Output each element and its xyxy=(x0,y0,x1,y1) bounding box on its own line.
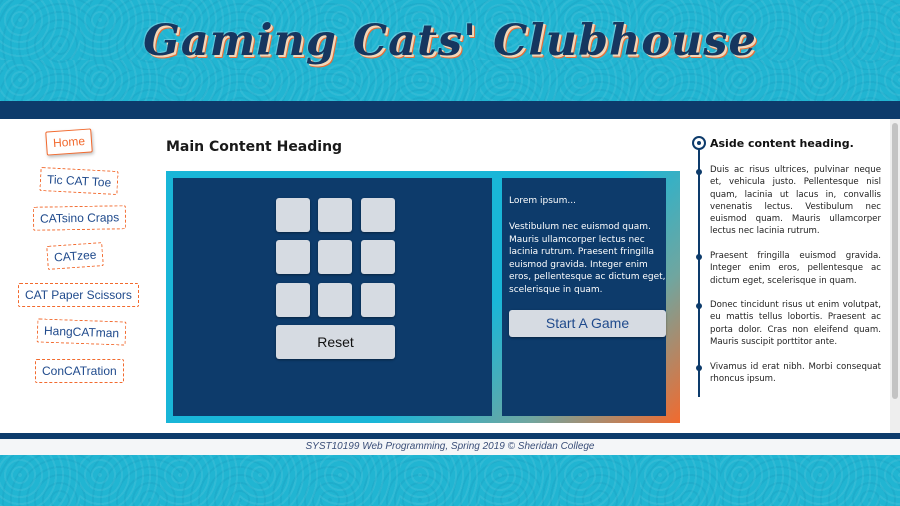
info-title: Lorem ipsum... xyxy=(509,196,576,206)
aside-heading: Aside content heading. xyxy=(710,137,854,150)
board-cell[interactable] xyxy=(318,198,352,232)
sidebar-nav: Home Tic CAT Toe CATsino Craps CATzee CA… xyxy=(0,119,155,433)
game-board: Reset xyxy=(173,178,492,416)
nav-item-concatration[interactable]: ConCATration xyxy=(35,359,124,383)
footer-background xyxy=(0,455,900,506)
board-cell[interactable] xyxy=(361,198,395,232)
board-cell[interactable] xyxy=(276,240,310,274)
nav-item-home[interactable]: Home xyxy=(45,128,93,156)
board-cell[interactable] xyxy=(276,283,310,317)
board-cell[interactable] xyxy=(276,198,310,232)
board-cell[interactable] xyxy=(318,240,352,274)
timeline-dot-icon xyxy=(696,303,702,309)
nav-item-cat-paper-scissors[interactable]: CAT Paper Scissors xyxy=(18,283,139,307)
aside-paragraph: Praesent fringilla euismod gravida. Inte… xyxy=(710,251,881,286)
info-body: Vestibulum nec euismod quam. Mauris ulla… xyxy=(509,222,666,295)
nav-item-catsino-craps[interactable]: CATsino Craps xyxy=(32,205,127,231)
nav-item-tic-cat-toe[interactable]: Tic CAT Toe xyxy=(39,166,119,196)
nav-item-catzee[interactable]: CATzee xyxy=(46,242,105,270)
nav-item-hangcatman[interactable]: HangCATman xyxy=(36,318,127,346)
aside-paragraph: Vivamus id erat nibh. Morbi consequat rh… xyxy=(710,362,881,385)
start-game-button[interactable]: Start A Game xyxy=(509,310,666,337)
timeline-ring-icon xyxy=(692,136,706,150)
reset-button[interactable]: Reset xyxy=(276,325,395,359)
site-title: Gaming Cats' Clubhouse xyxy=(143,16,757,66)
aside-paragraph: Donec tincidunt risus ut enim volutpat, … xyxy=(710,300,881,347)
main-heading: Main Content Heading xyxy=(166,139,343,155)
header-bar xyxy=(0,101,900,119)
timeline-dot-icon xyxy=(696,169,702,175)
timeline-dot-icon xyxy=(696,365,702,371)
footer-text: SYST10199 Web Programming, Spring 2019 ©… xyxy=(305,441,595,452)
scrollbar-thumb[interactable] xyxy=(892,123,898,399)
game-panel: Reset Lorem ipsum... Vestibulum nec euis… xyxy=(166,171,680,423)
content-area: Home Tic CAT Toe CATsino Craps CATzee CA… xyxy=(0,119,900,433)
board-cell[interactable] xyxy=(361,240,395,274)
game-info-panel: Lorem ipsum... Vestibulum nec euismod qu… xyxy=(502,178,666,416)
board-cell[interactable] xyxy=(318,283,352,317)
timeline-line xyxy=(698,145,700,397)
timeline-dot-icon xyxy=(696,254,702,260)
aside-paragraph: Duis ac risus ultrices, pulvinar neque e… xyxy=(710,165,881,237)
board-cell[interactable] xyxy=(361,283,395,317)
aside-panel: Aside content heading. Duis ac risus ult… xyxy=(690,119,890,433)
